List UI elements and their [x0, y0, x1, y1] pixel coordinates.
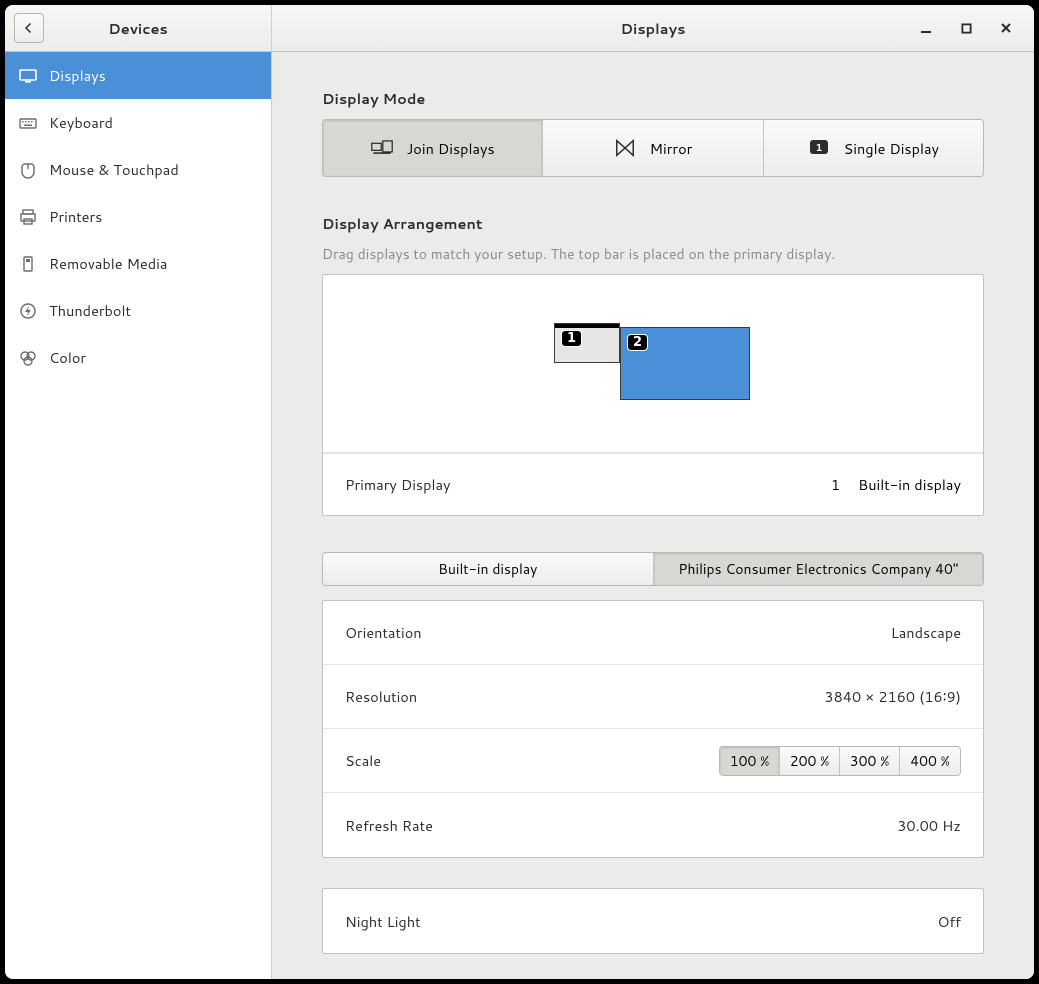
join-displays-icon [371, 137, 393, 159]
display-tab-philips[interactable]: Philips Consumer Electronics Company 40" [654, 553, 984, 585]
header-bar: Devices Displays [5, 5, 1034, 52]
sidebar-title: Devices [5, 18, 271, 39]
mirror-icon [614, 137, 636, 159]
display-settings-box: Orientation Landscape Resolution 3840 × … [322, 600, 984, 858]
close-icon [1000, 22, 1012, 34]
scale-300[interactable]: 300 % [840, 747, 900, 775]
display-icon [19, 67, 37, 85]
resolution-value: 3840 × 2160 (16∶9) [824, 686, 961, 707]
sidebar-item-label: Thunderbolt [49, 300, 131, 321]
sidebar: Displays Keyboard Mouse & Touchpad Print… [5, 52, 272, 979]
minimize-button[interactable] [916, 18, 936, 38]
scale-100[interactable]: 100 % [720, 747, 780, 775]
sidebar-item-removable[interactable]: Removable Media [5, 240, 271, 287]
single-display-icon: 1 [808, 137, 830, 159]
refresh-value: 30.00 Hz [897, 815, 961, 836]
sidebar-item-label: Removable Media [49, 253, 167, 274]
mode-join-displays[interactable]: Join Displays [323, 120, 543, 176]
arrangement-canvas[interactable]: 1 2 [323, 275, 983, 453]
primary-display-number: 1 [831, 474, 840, 495]
night-light-value: Off [937, 911, 961, 932]
refresh-label: Refresh Rate [345, 815, 897, 836]
primary-display-name: Built-in display [858, 474, 961, 495]
resolution-row[interactable]: Resolution 3840 × 2160 (16∶9) [323, 665, 983, 729]
sidebar-item-label: Keyboard [49, 112, 113, 133]
thunderbolt-icon [19, 302, 37, 320]
scale-selector: 100 % 200 % 300 % 400 % [719, 746, 961, 776]
display-1-tile[interactable]: 1 [554, 323, 620, 363]
scale-row: Scale 100 % 200 % 300 % 400 % [323, 729, 983, 793]
mode-label: Join Displays [407, 138, 495, 159]
resolution-label: Resolution [345, 686, 824, 707]
keyboard-icon [19, 114, 37, 132]
mode-single-display[interactable]: 1 Single Display [764, 120, 983, 176]
display-mode-selector: Join Displays Mirror 1 Single Display [322, 119, 984, 177]
minimize-icon [920, 22, 932, 34]
sidebar-item-thunderbolt[interactable]: Thunderbolt [5, 287, 271, 334]
orientation-value: Landscape [891, 622, 961, 643]
mode-mirror[interactable]: Mirror [543, 120, 763, 176]
orientation-label: Orientation [345, 622, 891, 643]
printer-icon [19, 208, 37, 226]
content-pane: Display Mode Join Displays Mirror [272, 52, 1034, 979]
scale-200[interactable]: 200 % [780, 747, 840, 775]
arrangement-title: Display Arrangement [322, 213, 984, 234]
night-light-row[interactable]: Night Light Off [323, 889, 983, 953]
primary-display-row[interactable]: Primary Display 1 Built-in display [323, 453, 983, 515]
mouse-icon [19, 161, 37, 179]
sidebar-item-mouse[interactable]: Mouse & Touchpad [5, 146, 271, 193]
arrangement-hint: Drag displays to match your setup. The t… [322, 244, 984, 264]
color-icon [19, 349, 37, 367]
scale-400[interactable]: 400 % [900, 747, 960, 775]
sidebar-item-printers[interactable]: Printers [5, 193, 271, 240]
display-tab-label: Built-in display [438, 559, 537, 579]
night-light-label: Night Light [345, 911, 937, 932]
maximize-icon [961, 23, 972, 34]
display-tab-label: Philips Consumer Electronics Company 40" [678, 559, 958, 579]
removable-media-icon [19, 255, 37, 273]
sidebar-item-label: Printers [49, 206, 102, 227]
display-selector: Built-in display Philips Consumer Electr… [322, 552, 984, 586]
sidebar-item-color[interactable]: Color [5, 334, 271, 381]
sidebar-item-label: Color [49, 347, 86, 368]
sidebar-item-displays[interactable]: Displays [5, 52, 271, 99]
svg-text:1: 1 [815, 141, 822, 155]
back-button[interactable] [14, 13, 44, 43]
refresh-row[interactable]: Refresh Rate 30.00 Hz [323, 793, 983, 857]
close-button[interactable] [996, 18, 1016, 38]
display-2-tile[interactable]: 2 [620, 327, 750, 400]
arrangement-box: 1 2 Primary Display 1 Built-in display [322, 274, 984, 516]
display-tab-builtin[interactable]: Built-in display [323, 553, 654, 585]
mode-label: Single Display [844, 138, 939, 159]
orientation-row[interactable]: Orientation Landscape [323, 601, 983, 665]
display-mode-title: Display Mode [322, 88, 984, 109]
night-light-box: Night Light Off [322, 888, 984, 954]
mode-label: Mirror [650, 138, 693, 159]
scale-label: Scale [345, 750, 719, 771]
display-1-badge: 1 [561, 330, 582, 347]
maximize-button[interactable] [956, 18, 976, 38]
sidebar-item-label: Mouse & Touchpad [49, 159, 179, 180]
display-2-badge: 2 [627, 334, 648, 351]
chevron-left-icon [23, 22, 35, 34]
sidebar-item-keyboard[interactable]: Keyboard [5, 99, 271, 146]
primary-display-label: Primary Display [345, 474, 831, 495]
sidebar-item-label: Displays [49, 65, 106, 86]
